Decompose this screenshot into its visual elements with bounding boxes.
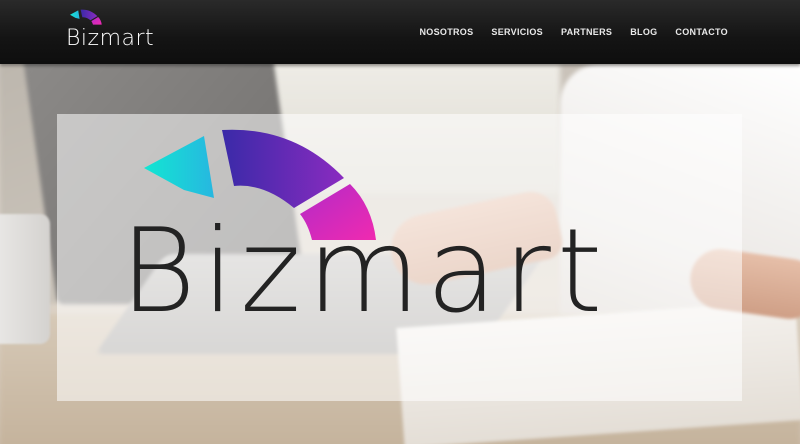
hero-section: Bizmart (0, 64, 800, 444)
main-nav: NOSOTROS SERVICIOS PARTNERS BLOG CONTACT… (402, 27, 729, 37)
nav-item-partners[interactable]: PARTNERS (561, 27, 612, 37)
site-header: Bizmart NOSOTROS SERVICIOS PARTNERS BLOG… (0, 0, 800, 64)
logo-mark-icon (70, 9, 102, 25)
brand-name: Bizmart (66, 26, 155, 51)
nav-item-nosotros[interactable]: NOSOTROS (420, 27, 474, 37)
nav-item-servicios[interactable]: SERVICIOS (491, 27, 543, 37)
hero-logo: Bizmart (120, 128, 680, 398)
hero-background-cup (0, 214, 50, 344)
nav-item-blog[interactable]: BLOG (630, 27, 657, 37)
header-logo[interactable]: Bizmart (66, 8, 156, 54)
nav-item-contacto[interactable]: CONTACTO (675, 27, 728, 37)
hero-brand-name: Bizmart (120, 204, 609, 339)
